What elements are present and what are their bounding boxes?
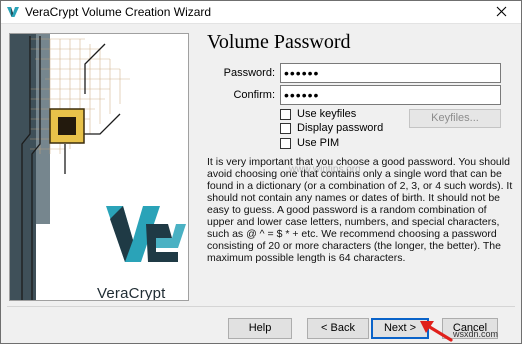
back-button[interactable]: < Back [307, 318, 369, 339]
close-window-button[interactable] [483, 1, 521, 23]
veracrypt-brand-text: VeraCrypt [97, 285, 166, 301]
help-button[interactable]: Help [228, 318, 292, 339]
keyfiles-button[interactable]: Keyfiles... [409, 109, 501, 128]
use-keyfiles-checkbox-row[interactable]: Use keyfiles [280, 107, 356, 121]
password-label: Password: [223, 67, 275, 79]
watermark-text: www.wintips.org [289, 164, 361, 175]
red-arrow-icon [420, 321, 453, 342]
display-password-checkbox-row[interactable]: Display password [280, 121, 383, 135]
use-pim-checkbox[interactable] [280, 137, 291, 149]
title-bar: VeraCrypt Volume Creation Wizard [1, 1, 521, 24]
wizard-window: VeraCrypt Volume Creation Wizard VeraCry… [0, 0, 522, 344]
veracrypt-app-icon [6, 5, 20, 19]
window-title: VeraCrypt Volume Creation Wizard [25, 5, 212, 19]
confirm-label: Confirm: [233, 89, 275, 101]
use-pim-checkbox-row[interactable]: Use PIM [280, 136, 339, 150]
display-password-label: Display password [297, 122, 384, 134]
close-icon [496, 6, 507, 17]
use-keyfiles-label: Use keyfiles [297, 108, 357, 120]
page-title: Volume Password [207, 31, 351, 53]
display-password-checkbox[interactable] [280, 122, 291, 134]
chip-circuit-illustration [10, 34, 188, 300]
wizard-banner-image: VeraCrypt [9, 33, 189, 301]
footer-divider [7, 306, 515, 307]
use-keyfiles-checkbox[interactable] [280, 108, 291, 120]
use-pim-label: Use PIM [297, 137, 340, 149]
password-field[interactable]: •••••• [280, 63, 501, 83]
confirm-password-field[interactable]: •••••• [280, 85, 501, 105]
site-watermark: wsxdn.com [453, 329, 499, 339]
